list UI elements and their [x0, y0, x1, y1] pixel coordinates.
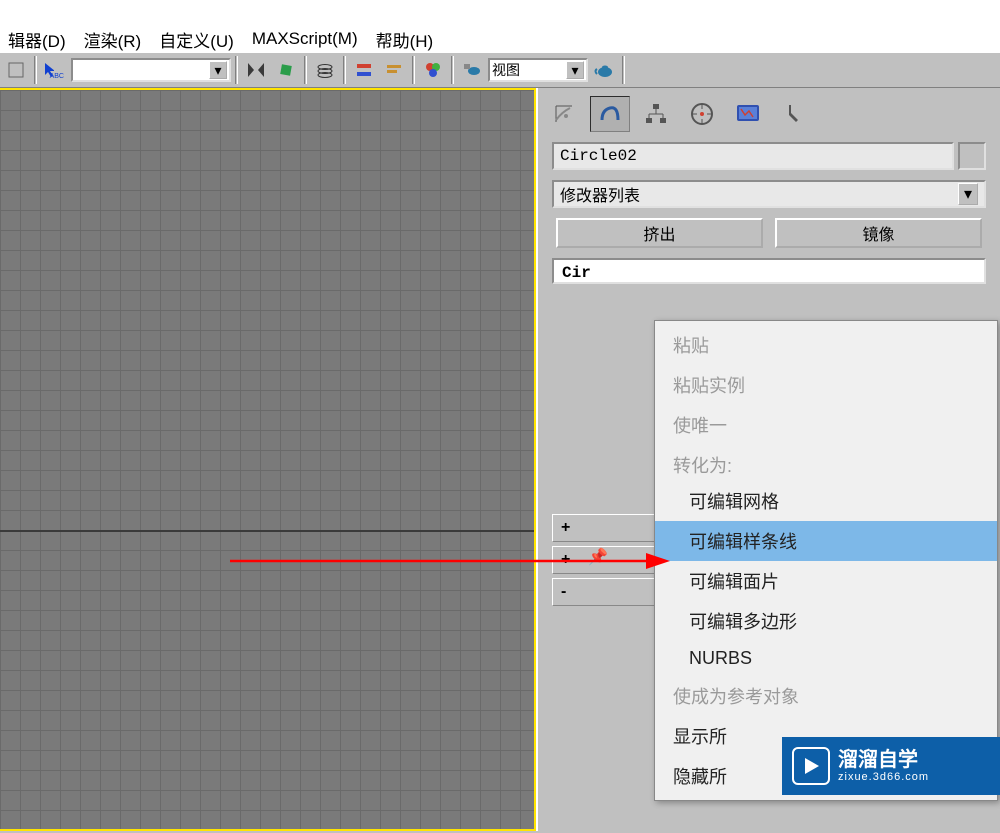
ctx-nurbs[interactable]: NURBS: [655, 641, 997, 676]
viewport[interactable]: [0, 88, 536, 831]
select-arrow-icon[interactable]: ABC: [41, 56, 69, 84]
mirror-icon[interactable]: [242, 56, 270, 84]
object-color-swatch[interactable]: [958, 142, 986, 170]
modifier-list-label: 修改器列表: [560, 182, 640, 206]
context-menu: 粘贴 粘贴实例 使唯一 转化为: 可编辑网格 可编辑样条线 可编辑面片 可编辑多…: [654, 320, 998, 801]
menu-maxscript[interactable]: MAXScript(M): [252, 29, 358, 49]
dropdown-arrow-icon[interactable]: ▾: [566, 61, 584, 79]
play-icon: [792, 747, 830, 785]
modify-tab-icon[interactable]: [590, 96, 630, 132]
menu-editor[interactable]: 辑器(D): [8, 27, 66, 52]
watermark-title: 溜溜自学: [838, 749, 929, 771]
display-tab-icon[interactable]: [728, 96, 768, 132]
ctx-editable-mesh[interactable]: 可编辑网格: [655, 481, 997, 521]
main-toolbar: ABC ▾ 视图 ▾: [0, 52, 1000, 88]
teapot-render-icon[interactable]: [590, 56, 618, 84]
render-view-label: 视图: [492, 60, 520, 80]
menu-render[interactable]: 渲染(R): [84, 27, 142, 52]
utilities-tab-icon[interactable]: [774, 96, 814, 132]
menu-help[interactable]: 帮助(H): [376, 27, 434, 52]
motion-tab-icon[interactable]: [682, 96, 722, 132]
menu-customize[interactable]: 自定义(U): [159, 27, 234, 52]
ctx-convert-to-header: 转化为:: [655, 445, 997, 481]
panel-tabs: [542, 92, 996, 140]
ctx-editable-spline[interactable]: 可编辑样条线: [655, 521, 997, 561]
modifier-list-dropdown[interactable]: 修改器列表 ▾: [552, 180, 986, 208]
render-setup-icon[interactable]: [458, 56, 486, 84]
align-icon[interactable]: [272, 56, 300, 84]
selection-filter-dropdown[interactable]: ▾: [71, 58, 231, 82]
ctx-paste: 粘贴: [655, 325, 997, 365]
ctx-editable-patch[interactable]: 可编辑面片: [655, 561, 997, 601]
render-view-dropdown[interactable]: 视图 ▾: [488, 58, 588, 82]
object-name-input[interactable]: [552, 142, 954, 170]
curve-editor-icon[interactable]: [380, 56, 408, 84]
tool-undo-icon[interactable]: [2, 56, 30, 84]
ctx-make-unique: 使唯一: [655, 405, 997, 445]
pin-stack-icon[interactable]: 📌: [588, 547, 608, 567]
dropdown-arrow-icon[interactable]: ▾: [209, 61, 227, 79]
create-tab-icon[interactable]: [544, 96, 584, 132]
material-editor-icon[interactable]: [419, 56, 447, 84]
dropdown-arrow-icon[interactable]: ▾: [958, 183, 978, 205]
watermark-url: zixue.3d66.com: [838, 771, 929, 783]
stack-item: Cir: [562, 264, 591, 282]
ctx-editable-poly[interactable]: 可编辑多边形: [655, 601, 997, 641]
schematic-view-icon[interactable]: [350, 56, 378, 84]
hierarchy-tab-icon[interactable]: [636, 96, 676, 132]
menu-bar: 辑器(D) 渲染(R) 自定义(U) MAXScript(M) 帮助(H): [0, 0, 1000, 52]
layers-icon[interactable]: [311, 56, 339, 84]
mirror-button[interactable]: 镜像: [775, 218, 982, 248]
ctx-make-reference: 使成为参考对象: [655, 676, 997, 716]
extrude-button[interactable]: 挤出: [556, 218, 763, 248]
modifier-stack[interactable]: Cir: [552, 258, 986, 284]
ctx-paste-instance: 粘贴实例: [655, 365, 997, 405]
watermark: 溜溜自学 zixue.3d66.com: [782, 737, 1000, 795]
